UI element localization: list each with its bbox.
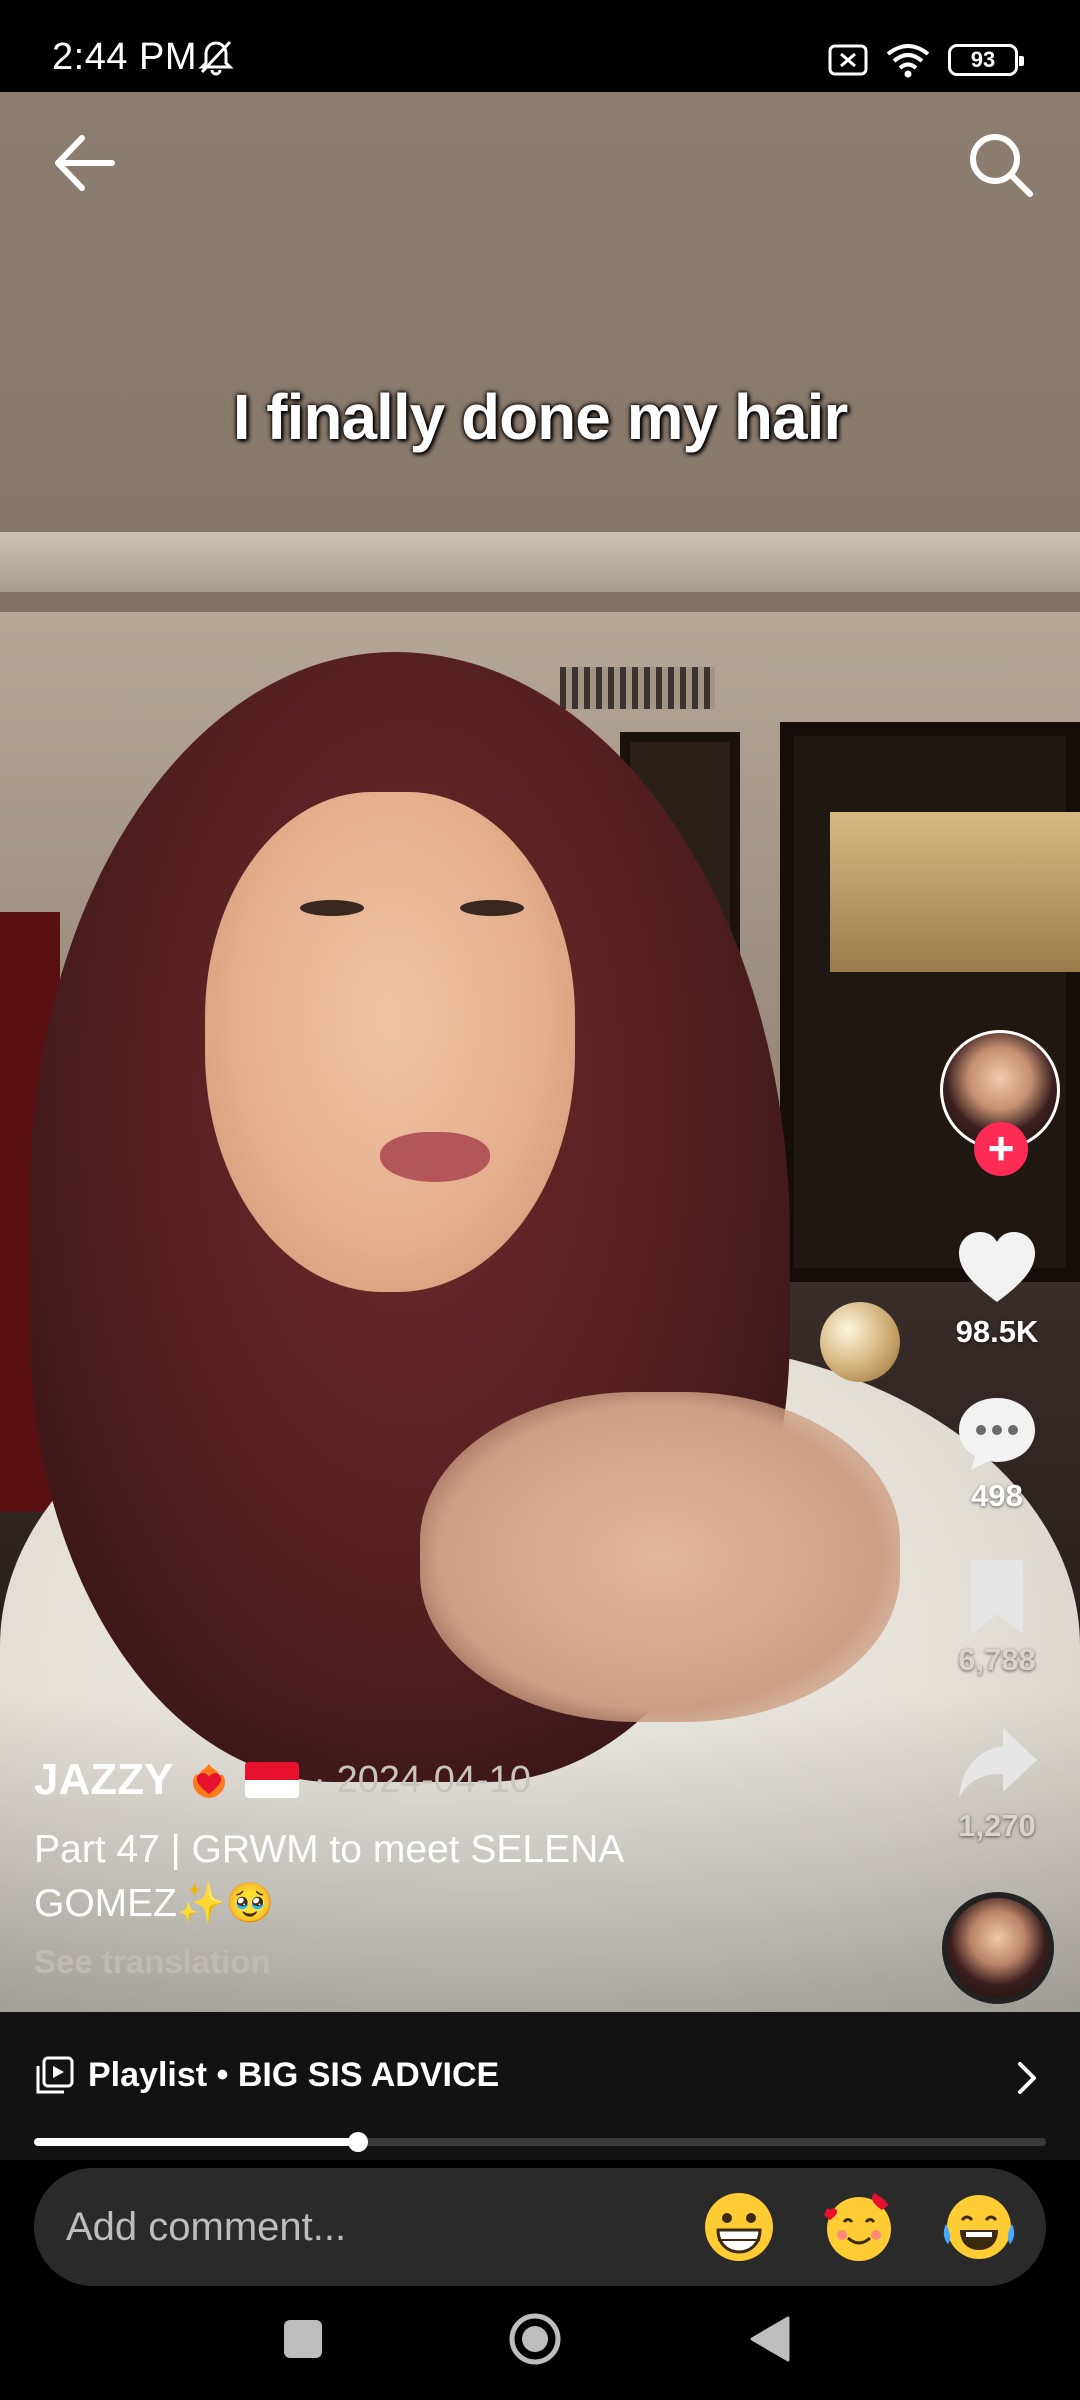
- comment-area: [0, 2160, 1080, 2286]
- author-row: JAZZY · 2024-04-10: [34, 1755, 894, 1805]
- ceiling-vent: [560, 667, 715, 709]
- comment-button[interactable]: 498: [932, 1390, 1062, 1514]
- comment-bubble-icon: [959, 1398, 1035, 1470]
- video-progress-track[interactable]: [34, 2132, 1046, 2152]
- perfume-bottle: [820, 1302, 900, 1382]
- share-count: 1,270: [958, 1808, 1036, 1843]
- sound-disc[interactable]: [942, 1892, 1054, 2004]
- share-arrow-icon: [959, 1728, 1037, 1798]
- caption-block: JAZZY · 2024-04-10 Part 47 | GRWM to mee…: [34, 1755, 894, 1981]
- battery-level: 93: [970, 47, 996, 72]
- smiling-face-with-hearts-icon[interactable]: [822, 2190, 896, 2264]
- description-line: Part 47 | GRWM to meet SELENA: [34, 1828, 625, 1871]
- save-button[interactable]: 6,788: [932, 1554, 1062, 1678]
- video-progress-knob[interactable]: [347, 2132, 368, 2152]
- see-translation-link[interactable]: See translation: [34, 1943, 894, 1981]
- right-eye: [460, 900, 524, 916]
- comment-count: 498: [971, 1478, 1023, 1513]
- save-count: 6,788: [958, 1642, 1036, 1677]
- battery-icon: 93: [948, 44, 1024, 76]
- post-date: · 2024-04-10: [313, 1758, 531, 1801]
- system-nav-bar: [0, 2290, 1080, 2400]
- follow-button[interactable]: +: [974, 1122, 1028, 1176]
- home-button[interactable]: [508, 2312, 562, 2366]
- grinning-face-icon[interactable]: [702, 2190, 776, 2264]
- mouth: [380, 1132, 490, 1182]
- video-progress-fill: [34, 2138, 358, 2146]
- heart-icon: [959, 1232, 1035, 1302]
- chevron-right-icon: [1018, 2062, 1036, 2094]
- no-sim-icon: [828, 44, 868, 76]
- comment-box: [34, 2168, 1046, 2286]
- face: [205, 792, 575, 1292]
- face-with-tears-of-joy-icon[interactable]: [942, 2190, 1016, 2264]
- bookmark-icon: [971, 1560, 1023, 1634]
- share-button[interactable]: 1,270: [932, 1720, 1062, 1844]
- ceiling-molding: [0, 532, 1080, 592]
- description-line: GOMEZ✨🥹: [34, 1882, 275, 1925]
- like-count: 98.5K: [955, 1314, 1039, 1349]
- recents-button[interactable]: [284, 2320, 322, 2358]
- cabinet: [780, 722, 1080, 1282]
- hands: [420, 1392, 900, 1722]
- heart-on-fire-icon: [193, 1764, 226, 1798]
- indonesia-flag-icon: [245, 1762, 300, 1798]
- left-eye: [300, 900, 364, 916]
- status-time: 2:44 PM: [52, 36, 198, 78]
- status-icons: 93: [828, 40, 1024, 80]
- like-button[interactable]: 98.5K: [932, 1226, 1062, 1350]
- status-bar: 2:44 PM 93: [0, 0, 1080, 92]
- author-name[interactable]: JAZZY: [34, 1755, 173, 1805]
- playlist-icon: [36, 2056, 74, 2094]
- wifi-icon: [886, 44, 930, 78]
- arrow-left-icon[interactable]: [50, 128, 120, 198]
- back-triangle-icon[interactable]: [748, 2314, 790, 2364]
- playlist-label: Playlist • BIG SIS ADVICE: [88, 2056, 500, 2094]
- comment-input[interactable]: [66, 2168, 686, 2286]
- cabinet-light: [830, 812, 1080, 972]
- video-overlay-text: I finally done my hair: [232, 381, 849, 453]
- search-icon[interactable]: [964, 128, 1036, 200]
- mute-bell-icon: [198, 40, 234, 76]
- video-description: Part 47 | GRWM to meet SELENA GOMEZ✨🥹: [34, 1823, 894, 1931]
- playlist-bar[interactable]: Playlist • BIG SIS ADVICE: [0, 2012, 1080, 2160]
